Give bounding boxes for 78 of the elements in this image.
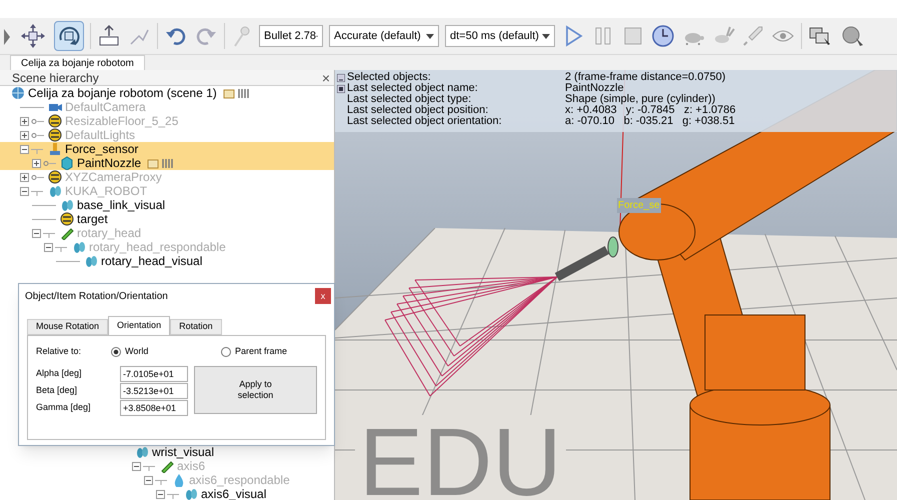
clock-icon[interactable] (651, 24, 675, 48)
mesh-icon (72, 240, 86, 254)
scene-icon (11, 86, 25, 100)
dropdown[interactable]: Accurate (default) (329, 25, 439, 47)
dropdown[interactable]: dt=50 ms (default) (445, 25, 555, 47)
object-label: Force_se (617, 198, 661, 213)
collapse-icon[interactable] (132, 462, 141, 470)
dummy-icon (60, 212, 74, 226)
expand-icon[interactable] (20, 172, 29, 182)
input-field[interactable]: +3.8508e+01 (120, 400, 188, 416)
expand-icon[interactable] (20, 130, 29, 140)
panel-title: Scene hierarchy (12, 70, 99, 86)
caret-icon (426, 34, 434, 38)
info-label: Selected objects: (347, 72, 432, 83)
edition-label: EDU (355, 415, 566, 500)
collapse-icon[interactable] (156, 490, 165, 498)
collapse-icon[interactable] (20, 144, 29, 154)
joint-icon (60, 226, 74, 240)
selected-row-highlight[interactable]: Force_sensor (0, 142, 334, 156)
mesh-icon (135, 445, 149, 459)
mesh-icon (48, 184, 62, 198)
window-icon[interactable] (337, 84, 345, 92)
tree-connector-icon (31, 130, 45, 140)
customization-icon[interactable] (236, 87, 249, 99)
radio-button[interactable]: World (111, 345, 221, 359)
tool-button[interactable] (54, 21, 84, 51)
radio-button[interactable]: Parent frame (221, 345, 288, 359)
tab[interactable]: Rotation (170, 319, 222, 335)
tree-connector-icon (31, 116, 45, 126)
move-tool-icon (19, 22, 47, 50)
dummy-icon (48, 114, 62, 128)
expand-icon[interactable] (20, 116, 29, 126)
document-tab[interactable]: Celija za bojanje robotom (10, 55, 145, 70)
tab[interactable]: Mouse Rotation (27, 319, 108, 335)
collapse-icon[interactable] (337, 74, 345, 82)
nozzle-drawing (554, 236, 618, 281)
sensor-icon (48, 142, 62, 156)
info-value: a: -070.10 b: -035.21 g: +038.51 (565, 116, 735, 127)
info-value: Shape (simple, pure (cylinder)) (565, 94, 716, 105)
tab[interactable]: Orientation (108, 316, 170, 335)
input-field[interactable]: -3.5213e+01 (120, 383, 188, 399)
field-label: Alpha [deg] (36, 367, 83, 380)
mesh-icon (84, 254, 98, 268)
collapse-icon[interactable] (20, 186, 29, 196)
collapse-icon[interactable] (44, 242, 53, 252)
collapse-icon[interactable] (144, 476, 153, 484)
dummy-icon (48, 170, 62, 184)
collapse-icon[interactable] (32, 228, 41, 238)
dropdown[interactable]: Bullet 2.78 (259, 25, 323, 47)
shift-icon[interactable] (97, 24, 121, 48)
script-icon[interactable] (222, 87, 235, 99)
sphere-cursor-icon[interactable] (840, 24, 866, 48)
info-value: x: +0.4083 y: -0.7845 z: +1.0786 (565, 105, 736, 116)
customization-icon[interactable] (161, 157, 174, 169)
close-button[interactable]: x (315, 288, 331, 304)
field-label: Relative to: (36, 345, 82, 358)
apply-button[interactable]: Apply to selection (194, 366, 317, 414)
joint-icon (160, 459, 174, 473)
info-label: Last selected object type: (347, 94, 472, 105)
field-label: Gamma [deg] (36, 401, 92, 414)
close-icon[interactable]: × (322, 70, 330, 84)
info-value: 2 (frame-frame distance=0.0750) (565, 72, 726, 83)
expand-icon[interactable] (32, 158, 41, 168)
info-label: Last selected object orientation: (347, 116, 503, 127)
dummy-icon (48, 128, 62, 142)
info-label: Last selected object position: (347, 105, 490, 116)
mesh-icon (184, 487, 198, 500)
caret-icon (542, 34, 550, 38)
dialog-title: Object/Item Rotation/Orientation (25, 290, 168, 304)
input-field[interactable]: -7.0105e+01 (120, 366, 188, 382)
tree-connector-icon (43, 158, 57, 168)
drop-icon (172, 473, 186, 487)
info-label: Last selected object name: (347, 83, 479, 94)
tree-connector-icon (31, 172, 45, 182)
mesh-icon (60, 198, 74, 212)
field-label: Beta [deg] (36, 384, 78, 398)
selected-row-highlight[interactable]: PaintNozzle (0, 156, 334, 170)
info-value: PaintNozzle (565, 83, 624, 94)
